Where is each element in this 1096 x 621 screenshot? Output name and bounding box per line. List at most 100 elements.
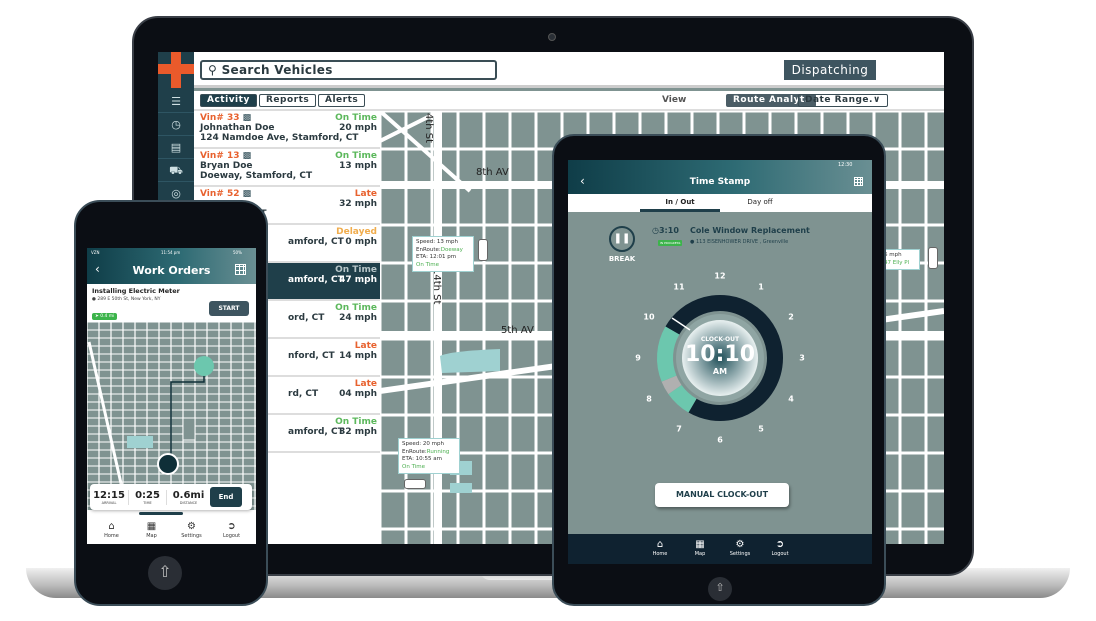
phone-map[interactable]: [87, 322, 256, 510]
tab-reports[interactable]: Reports: [259, 94, 317, 107]
status-label: Late: [354, 341, 377, 351]
nav-item-settings[interactable]: ⚙ Settings: [172, 516, 212, 544]
clock-number: 4: [788, 394, 794, 404]
nav-item-settings[interactable]: ⚙ Settings: [720, 534, 760, 564]
vehicle-row[interactable]: Vin# 13 ▩ Bryan Doe Doeway, Stamford, CT…: [194, 149, 380, 187]
home-button[interactable]: ⇧: [148, 556, 182, 590]
job-title: Cole Window Replacement: [690, 226, 810, 235]
sub-toolbar: Activity Reports Alerts View Route Analy…: [194, 91, 944, 111]
page-title: Work Orders: [132, 264, 211, 277]
map-icon: ▦: [695, 539, 705, 550]
chat-icon[interactable]: ▩: [243, 189, 252, 199]
header-bar: ⚲ Search Vehicles Dispatching: [158, 52, 944, 88]
distance-badge: ➤ 0.4 mi: [92, 313, 118, 320]
speedometer-icon[interactable]: ◷: [158, 114, 194, 136]
home-icon: ⌂: [108, 521, 115, 532]
nav-item-logout[interactable]: ➲ Logout: [760, 534, 800, 564]
status-time: 12:30: [838, 162, 853, 168]
vehicle-marker-icon[interactable]: [478, 239, 488, 261]
tablet-screen: 12:30 ‹ Time Stamp In / Out Day off ❚❚ B…: [568, 160, 872, 564]
store-marker-icon[interactable]: [194, 356, 214, 376]
tab-in-out[interactable]: In / Out: [640, 198, 720, 212]
nav-item-map[interactable]: ▦ Map: [680, 534, 720, 564]
job-address: ● 113 EISENHOWER DRIVE , Greenville: [690, 239, 789, 245]
bottom-nav: ⌂ Home ▦ Map ⚙ Settings ➲ Logout: [87, 516, 256, 544]
speed-value: 32 mph: [339, 199, 377, 209]
vehicle-row[interactable]: Vin# 33 ▩ Johnathan Doe 124 Namdoe Ave, …: [194, 111, 380, 149]
manual-clock-out-button[interactable]: MANUAL CLOCK-OUT: [655, 483, 789, 507]
date-range-dropdown[interactable]: Date Range.∨: [798, 94, 888, 107]
settings-icon: ⚙: [187, 521, 196, 532]
street-label: 8th AV: [476, 167, 509, 178]
status-label: On Time: [335, 417, 377, 427]
speed-value: 13 mph: [339, 161, 377, 171]
tab-activity[interactable]: Activity: [200, 94, 257, 107]
grid-icon[interactable]: [235, 264, 246, 275]
speed-value: 0 mph: [345, 237, 377, 247]
clock-number: 11: [673, 282, 685, 292]
logout-icon: ➲: [775, 539, 785, 550]
arrival-value: 12:15: [93, 489, 125, 501]
driver-address: 124 Namdoe Ave, Stamford, CT: [200, 133, 359, 143]
speed-value: 14 mph: [339, 351, 377, 361]
clock-number: 12: [714, 271, 726, 281]
dispatching-button[interactable]: Dispatching: [784, 60, 876, 80]
clock-number: 8: [646, 394, 652, 404]
clock-number: 7: [676, 424, 682, 434]
speed-value: 24 mph: [339, 313, 377, 323]
menu-icon[interactable]: ☰: [158, 91, 194, 113]
status-label: On Time: [335, 151, 377, 161]
nav-item-map[interactable]: ▦ Map: [132, 516, 172, 544]
trip-summary: 12:15 ARRIVAL 0:25 TIME 0.6mi DISTANCE End: [90, 484, 252, 510]
nav-item-home[interactable]: ⌂ Home: [640, 534, 680, 564]
chat-icon[interactable]: ▩: [243, 113, 252, 123]
grid-icon[interactable]: [854, 177, 863, 186]
clock-readout: CLOCK-OUT 10:10 AM: [684, 336, 756, 376]
status-time: 11:54 pm: [161, 250, 181, 255]
time-value: 0:25: [135, 489, 160, 501]
nav-item-home[interactable]: ⌂ Home: [92, 516, 132, 544]
street-label: 14th St: [431, 268, 442, 305]
chat-icon[interactable]: ▩: [243, 151, 252, 161]
pause-icon[interactable]: ❚❚: [609, 226, 635, 252]
logo-icon: [158, 52, 194, 88]
vehicle-tooltip: 6 mph 47 Elly Pl: [880, 249, 920, 270]
home-button[interactable]: ⇧: [708, 577, 732, 601]
vehicle-marker-icon: [157, 453, 179, 475]
vin-label: Vin# 52: [200, 189, 240, 199]
street-label: 5th AV: [501, 325, 534, 336]
document-icon[interactable]: ▤: [158, 137, 194, 159]
truck-icon[interactable]: ⛟: [158, 160, 194, 182]
start-button[interactable]: START: [209, 301, 249, 316]
phone-header: VZN 11:54 pm 50% ‹ Work Orders: [87, 248, 256, 284]
bottom-nav: ⌂ Home ▦ Map ⚙ Settings ➲ Logout: [568, 534, 872, 564]
speed-value: 04 mph: [339, 389, 377, 399]
speed-value: 32 mph: [339, 427, 377, 437]
status-bar: VZN: [91, 250, 100, 255]
search-input[interactable]: ⚲ Search Vehicles: [200, 60, 497, 80]
speed-value: 47 mph: [339, 275, 377, 285]
street-label: 4th St: [423, 113, 434, 144]
vehicle-marker-icon[interactable]: [928, 247, 938, 269]
clock-icon: ◷: [652, 226, 659, 235]
tab-day-off[interactable]: Day off: [720, 198, 800, 206]
tab-alerts[interactable]: Alerts: [318, 94, 366, 107]
distance-value: 0.6mi: [172, 489, 205, 501]
nav-item-logout[interactable]: ➲ Logout: [212, 516, 252, 544]
status-label: Delayed: [336, 227, 377, 237]
vehicle-marker-icon[interactable]: [404, 479, 426, 489]
status-label: Late: [354, 379, 377, 389]
home-icon: ⌂: [656, 539, 664, 550]
clock-number: 1: [758, 282, 764, 292]
view-label: View: [662, 95, 687, 105]
status-label: Late: [354, 189, 377, 199]
end-button[interactable]: End: [210, 487, 242, 507]
speed-value: 20 mph: [339, 123, 377, 133]
clock-number: 9: [635, 353, 641, 363]
home-indicator: [139, 512, 183, 515]
status-badge: IN PROGRESS: [658, 240, 683, 246]
work-order-card[interactable]: Installing Electric Meter ● 289 E 50th S…: [87, 284, 256, 322]
logout-icon: ➲: [227, 521, 236, 532]
clock-number: 3: [799, 353, 805, 363]
clock-number: 2: [788, 312, 794, 322]
